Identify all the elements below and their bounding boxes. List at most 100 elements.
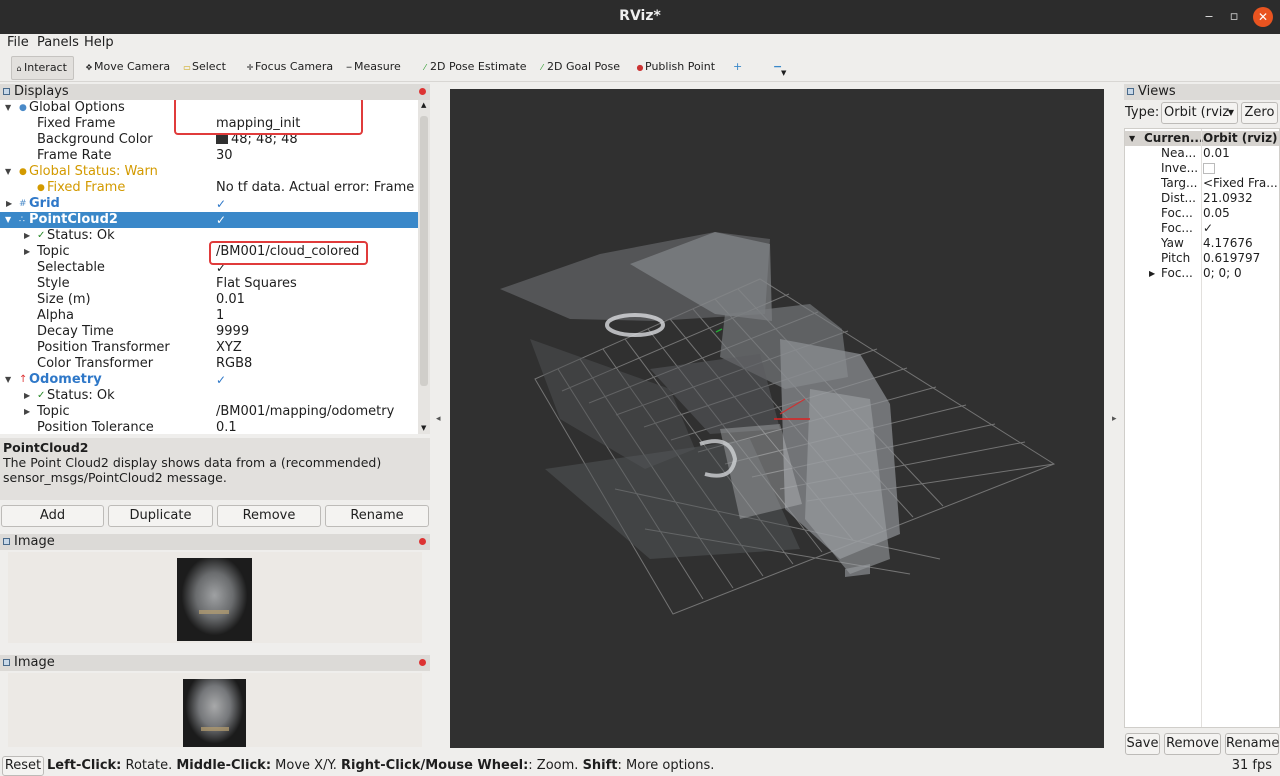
collapse-icon[interactable]: ▶	[24, 244, 30, 260]
interact-icon: ⌂	[16, 64, 22, 73]
views-row[interactable]: Nea... 0.01	[1125, 146, 1279, 161]
publish-point-tool[interactable]: ● Publish Point	[634, 56, 716, 80]
collapse-icon[interactable]: ▶	[24, 404, 30, 420]
move-camera-tool[interactable]: ✥ Move Camera	[83, 56, 171, 80]
collapse-icon[interactable]: ▶	[24, 228, 30, 244]
duplicate-display-button[interactable]: Duplicate	[108, 505, 213, 527]
save-view-button[interactable]: Save	[1125, 733, 1160, 755]
highlight-annotation	[209, 241, 368, 265]
add-tool-button[interactable]: +	[731, 56, 742, 80]
panel-close-icon[interactable]	[419, 659, 426, 666]
focal-shape-checkbox[interactable]: ✓	[1203, 221, 1213, 236]
publish-point-icon: ●	[636, 63, 644, 72]
remove-view-button[interactable]: Remove	[1164, 733, 1221, 755]
move-camera-icon: ✥	[85, 63, 93, 72]
measure-tool[interactable]: ━ Measure	[343, 56, 401, 80]
panel-icon	[3, 659, 10, 666]
point-cloud-render	[500, 232, 1056, 615]
highlight-annotation	[174, 100, 363, 135]
tree-row-odom-status[interactable]: ▶ ✓ Status: Ok	[0, 388, 418, 404]
tree-row-pointcloud2[interactable]: ▼ ∴ PointCloud2 ✓	[0, 212, 418, 228]
scroll-up-icon[interactable]: ▲	[421, 101, 426, 109]
rename-view-button[interactable]: Rename	[1225, 733, 1279, 755]
panel-close-icon[interactable]	[419, 88, 426, 95]
tree-row-decay-time[interactable]: Decay Time 9999	[0, 324, 418, 340]
chevron-down-icon[interactable]: ▼	[779, 62, 786, 86]
collapse-icon[interactable]: ▶	[24, 388, 30, 404]
views-row[interactable]: Inve...	[1125, 161, 1279, 176]
pointcloud2-enabled-checkbox[interactable]: ✓	[216, 212, 226, 228]
reset-button[interactable]: Reset	[2, 756, 44, 776]
expand-icon[interactable]: ▼	[5, 372, 11, 388]
description-text-line1: The Point Cloud2 display shows data from…	[3, 455, 382, 470]
panel-icon	[3, 538, 10, 545]
ok-icon: ✓	[37, 390, 46, 401]
menu-panels[interactable]: Panels	[37, 35, 79, 50]
title-bar: RViz* ‒ ▫ ✕	[0, 0, 1280, 34]
panel-icon	[1127, 88, 1134, 95]
views-row[interactable]: ▶ Foc... 0; 0; 0	[1125, 266, 1279, 281]
tree-row-odometry[interactable]: ▼ ↑ Odometry ✓	[0, 372, 418, 388]
displays-title: Displays	[14, 84, 69, 99]
tree-row-frame-rate[interactable]: Frame Rate 30	[0, 148, 418, 164]
select-tool[interactable]: ▭Select	[181, 56, 226, 80]
column-divider	[1201, 129, 1202, 727]
image-panel-title: Image	[14, 655, 55, 670]
invert-checkbox[interactable]	[1203, 163, 1215, 174]
maximize-button[interactable]: ▫	[1224, 7, 1244, 27]
warning-icon: ●	[19, 167, 27, 177]
expand-icon[interactable]: ▼	[1129, 131, 1135, 146]
camera-image	[183, 679, 246, 747]
collapse-left-icon[interactable]: ◂	[436, 414, 441, 424]
close-button[interactable]: ✕	[1253, 7, 1273, 27]
collapse-right-icon[interactable]: ▸	[1112, 414, 1117, 424]
minimize-button[interactable]: ‒	[1199, 7, 1219, 27]
add-display-button[interactable]: Add	[1, 505, 104, 527]
tree-row-color-transformer[interactable]: Color Transformer RGB8	[0, 356, 418, 372]
panel-close-icon[interactable]	[419, 538, 426, 545]
views-current-row[interactable]: ▼ Curren... Orbit (rviz)	[1125, 131, 1279, 146]
tree-row-odom-topic[interactable]: ▶ Topic /BM001/mapping/odometry	[0, 404, 418, 420]
views-title: Views	[1138, 84, 1176, 99]
expand-icon[interactable]: ▼	[5, 100, 11, 116]
rename-display-button[interactable]: Rename	[325, 505, 429, 527]
tree-row-style[interactable]: Style Flat Squares	[0, 276, 418, 292]
views-row[interactable]: Foc... ✓	[1125, 221, 1279, 236]
views-row[interactable]: Foc... 0.05	[1125, 206, 1279, 221]
tree-row-size[interactable]: Size (m) 0.01	[0, 292, 418, 308]
displays-tree: ▼ ● Global Options Fixed Frame mapping_i…	[0, 100, 418, 434]
focus-camera-tool[interactable]: ✛ Focus Camera	[244, 56, 333, 80]
grid-enabled-checkbox[interactable]: ✓	[216, 196, 226, 212]
remove-display-button[interactable]: Remove	[217, 505, 321, 527]
tree-row-grid[interactable]: ▶ # Grid ✓	[0, 196, 418, 212]
views-row[interactable]: Pitch 0.619797	[1125, 251, 1279, 266]
views-type-label: Type:	[1125, 105, 1160, 120]
views-row[interactable]: Targ... <Fixed Fra...	[1125, 176, 1279, 191]
displays-scrollbar[interactable]: ▲ ▼	[418, 100, 430, 434]
expand-icon[interactable]: ▼	[5, 212, 11, 228]
view-type-select[interactable]: Orbit (rviz ▼	[1161, 102, 1238, 124]
tree-row-fixed-frame-status[interactable]: ● Fixed Frame No tf data. Actual error: …	[0, 180, 418, 196]
views-row[interactable]: Yaw 4.17676	[1125, 236, 1279, 251]
collapse-icon[interactable]: ▶	[6, 196, 12, 212]
chevron-down-icon: ▼	[1227, 108, 1234, 117]
pose-estimate-tool[interactable]: ⁄ 2D Pose Estimate	[419, 56, 526, 80]
render-viewport[interactable]	[450, 89, 1104, 748]
scroll-thumb[interactable]	[420, 116, 428, 386]
tree-row-position-tolerance[interactable]: Position Tolerance 0.1	[0, 420, 418, 434]
goal-pose-tool[interactable]: ⁄ 2D Goal Pose	[536, 56, 620, 80]
expand-icon[interactable]: ▼	[5, 164, 11, 180]
tree-row-global-status[interactable]: ▼ ● Global Status: Warn	[0, 164, 418, 180]
scroll-down-icon[interactable]: ▼	[421, 424, 426, 432]
odometry-enabled-checkbox[interactable]: ✓	[216, 372, 226, 388]
zero-button[interactable]: Zero	[1241, 102, 1278, 124]
menu-file[interactable]: File	[7, 35, 29, 50]
interact-tool[interactable]: ⌂ Interact	[11, 56, 74, 80]
views-row[interactable]: Dist... 21.0932	[1125, 191, 1279, 206]
tree-row-position-transformer[interactable]: Position Transformer XYZ	[0, 340, 418, 356]
menu-help[interactable]: Help	[84, 35, 114, 50]
tree-row-alpha[interactable]: Alpha 1	[0, 308, 418, 324]
collapse-icon[interactable]: ▶	[1149, 266, 1155, 281]
image-panel	[8, 552, 422, 643]
goal-pose-icon: ⁄	[541, 63, 543, 72]
